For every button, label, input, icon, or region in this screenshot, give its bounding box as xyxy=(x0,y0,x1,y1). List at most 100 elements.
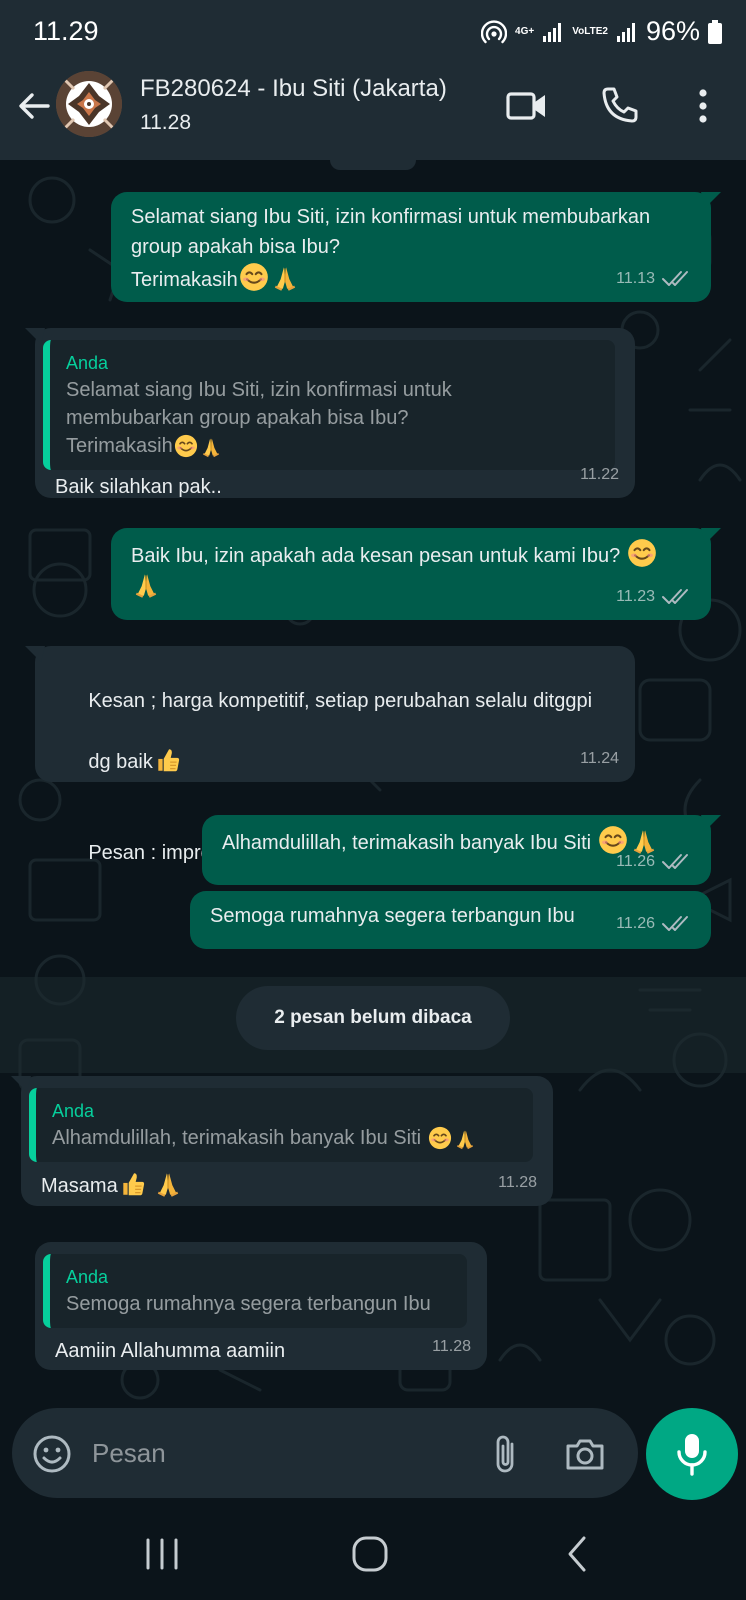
message-meta: 11.28 xyxy=(432,1332,471,1362)
message-text: Baik silahkan pak.. xyxy=(55,476,222,498)
message-input[interactable] xyxy=(92,1428,472,1478)
bubble-tail xyxy=(11,1076,31,1092)
message-out-2[interactable]: Baik Ibu, izin apakah ada kesan pesan un… xyxy=(111,528,711,620)
thumbs-up-emoji-icon xyxy=(119,1170,147,1198)
contact-name[interactable]: FB280624 - Ibu Siti (Jakarta) xyxy=(140,75,447,103)
message-time: 11.28 xyxy=(432,1338,471,1355)
message-text: Baik Ibu, izin apakah ada kesan pesan un… xyxy=(131,538,691,602)
smiling-face-emoji-icon xyxy=(627,538,657,568)
bubble-tail xyxy=(701,528,721,544)
status-icons: 4G+ VoLTE2 96% xyxy=(481,16,722,47)
smiling-face-emoji-icon xyxy=(428,1126,452,1150)
double-check-read-icon xyxy=(661,852,695,872)
avatar[interactable] xyxy=(56,71,122,137)
message-time: 11.23 xyxy=(616,588,655,605)
message-out-1[interactable]: Selamat siang Ibu Siti, izin konfirmasi … xyxy=(111,192,711,302)
message-text-content: Baik Ibu, izin apakah ada kesan pesan un… xyxy=(131,545,621,567)
quote-author: Anda xyxy=(66,1267,109,1287)
signal-icon-2 xyxy=(616,22,635,42)
chat-area[interactable]: Selamat siang Ibu Siti, izin konfirmasi … xyxy=(0,160,746,1408)
folded-hands-emoji-icon xyxy=(132,571,160,599)
last-seen: 11.28 xyxy=(140,111,191,134)
phone-icon[interactable] xyxy=(598,83,642,127)
smiling-face-emoji-icon xyxy=(174,434,198,458)
status-time: 11.29 xyxy=(33,16,99,46)
quote-text-wrap: Selamat siang Ibu Siti, izin konfirmasi … xyxy=(66,376,601,460)
quote-author: Anda xyxy=(52,1101,95,1121)
battery-icon xyxy=(708,19,722,44)
double-check-read-icon xyxy=(661,914,695,934)
double-check-read-icon xyxy=(661,269,695,289)
message-text-line2: dg baik xyxy=(88,751,153,773)
message-in-3[interactable]: Anda Alhamdulillah, terimakasih banyak I… xyxy=(21,1076,553,1206)
battery-level: 96% xyxy=(645,16,700,46)
message-meta: 11.26 xyxy=(616,847,695,877)
network-label-volte: VoLTE2 xyxy=(572,25,608,37)
message-text-content: Alhamdulillah, terimakasih banyak Ibu Si… xyxy=(222,832,592,854)
voice-message-button[interactable] xyxy=(646,1408,738,1500)
bubble-tail xyxy=(25,646,45,662)
message-meta: 11.22 xyxy=(580,460,619,490)
folded-hands-emoji-icon xyxy=(154,1170,182,1198)
message-out-4[interactable]: Semoga rumahnya segera terbangun Ibu 11.… xyxy=(190,891,711,949)
more-options-icon[interactable] xyxy=(688,84,718,128)
bubble-tail xyxy=(701,192,721,208)
message-time: 11.26 xyxy=(616,853,655,870)
message-composer xyxy=(12,1408,638,1498)
message-out-3[interactable]: Alhamdulillah, terimakasih banyak Ibu Si… xyxy=(202,815,711,885)
message-text-content: Masama xyxy=(41,1175,118,1197)
message-in-2[interactable]: Kesan ; harga kompetitif, setiap perubah… xyxy=(35,646,635,864)
message-time: 11.13 xyxy=(616,270,655,287)
bubble-tail xyxy=(701,815,721,831)
hotspot-icon xyxy=(481,19,508,43)
date-chip xyxy=(330,160,416,170)
message-in-1[interactable]: Anda Selamat siang Ibu Siti, izin konfir… xyxy=(35,328,635,498)
chat-header: FB280624 - Ibu Siti (Jakarta) 11.28 xyxy=(0,62,746,160)
avatar-pattern-icon xyxy=(56,71,122,137)
home-icon[interactable] xyxy=(350,1534,390,1574)
quote-author: Anda xyxy=(66,353,109,373)
message-text: Aamiin Allahumma aamiin xyxy=(55,1340,286,1362)
folded-hands-emoji-icon xyxy=(200,436,222,458)
message-meta: 11.13 xyxy=(616,264,695,294)
camera-icon[interactable] xyxy=(564,1434,606,1474)
recent-apps-icon[interactable] xyxy=(140,1536,184,1572)
quote-text: Semoga rumahnya segera terbangun Ibu xyxy=(66,1293,431,1315)
quoted-message[interactable]: Anda Alhamdulillah, terimakasih banyak I… xyxy=(29,1088,533,1162)
message-text: Masama xyxy=(41,1170,533,1201)
message-text: Selamat siang Ibu Siti, izin konfirmasi … xyxy=(131,202,691,295)
message-text-line1: Kesan ; harga kompetitif, setiap perubah… xyxy=(88,690,593,712)
quoted-message[interactable]: Anda Selamat siang Ibu Siti, izin konfir… xyxy=(43,340,615,470)
emoji-icon[interactable] xyxy=(32,1434,72,1474)
double-check-read-icon xyxy=(661,587,695,607)
system-nav-bar xyxy=(0,1506,746,1600)
message-text-content: Selamat siang Ibu Siti, izin konfirmasi … xyxy=(131,206,651,291)
message-time: 11.24 xyxy=(580,750,619,767)
attach-icon[interactable] xyxy=(488,1432,522,1476)
message-meta: 11.23 xyxy=(616,582,695,612)
quote-text: Alhamdulillah, terimakasih banyak Ibu Si… xyxy=(52,1127,422,1149)
mic-icon xyxy=(677,1434,707,1476)
back-arrow-icon[interactable] xyxy=(14,86,54,126)
folded-hands-emoji-icon xyxy=(271,264,299,292)
folded-hands-emoji-icon xyxy=(454,1128,476,1150)
smiling-face-emoji-icon xyxy=(239,262,269,292)
message-time: 11.26 xyxy=(616,915,655,932)
quote-text: Selamat siang Ibu Siti, izin konfirmasi … xyxy=(66,379,452,457)
signal-icon-1 xyxy=(543,22,562,42)
bubble-tail xyxy=(25,328,45,344)
thumbs-up-emoji-icon xyxy=(154,746,182,774)
nav-back-icon[interactable] xyxy=(562,1534,592,1574)
message-in-4[interactable]: Anda Semoga rumahnya segera terbangun Ib… xyxy=(35,1242,487,1370)
message-meta: 11.26 xyxy=(616,909,695,939)
unread-messages-banner: 2 pesan belum dibaca xyxy=(236,986,510,1050)
video-call-icon[interactable] xyxy=(505,84,549,128)
message-time: 11.28 xyxy=(498,1174,537,1191)
message-meta: 11.28 xyxy=(498,1168,537,1198)
message-meta: 11.24 xyxy=(580,744,619,774)
status-bar: 11.29 4G+ VoLTE2 96% xyxy=(0,0,746,62)
quoted-message[interactable]: Anda Semoga rumahnya segera terbangun Ib… xyxy=(43,1254,467,1328)
message-time: 11.22 xyxy=(580,466,619,483)
quote-text-wrap: Alhamdulillah, terimakasih banyak Ibu Si… xyxy=(52,1124,519,1152)
network-label-4g: 4G+ xyxy=(515,25,535,37)
